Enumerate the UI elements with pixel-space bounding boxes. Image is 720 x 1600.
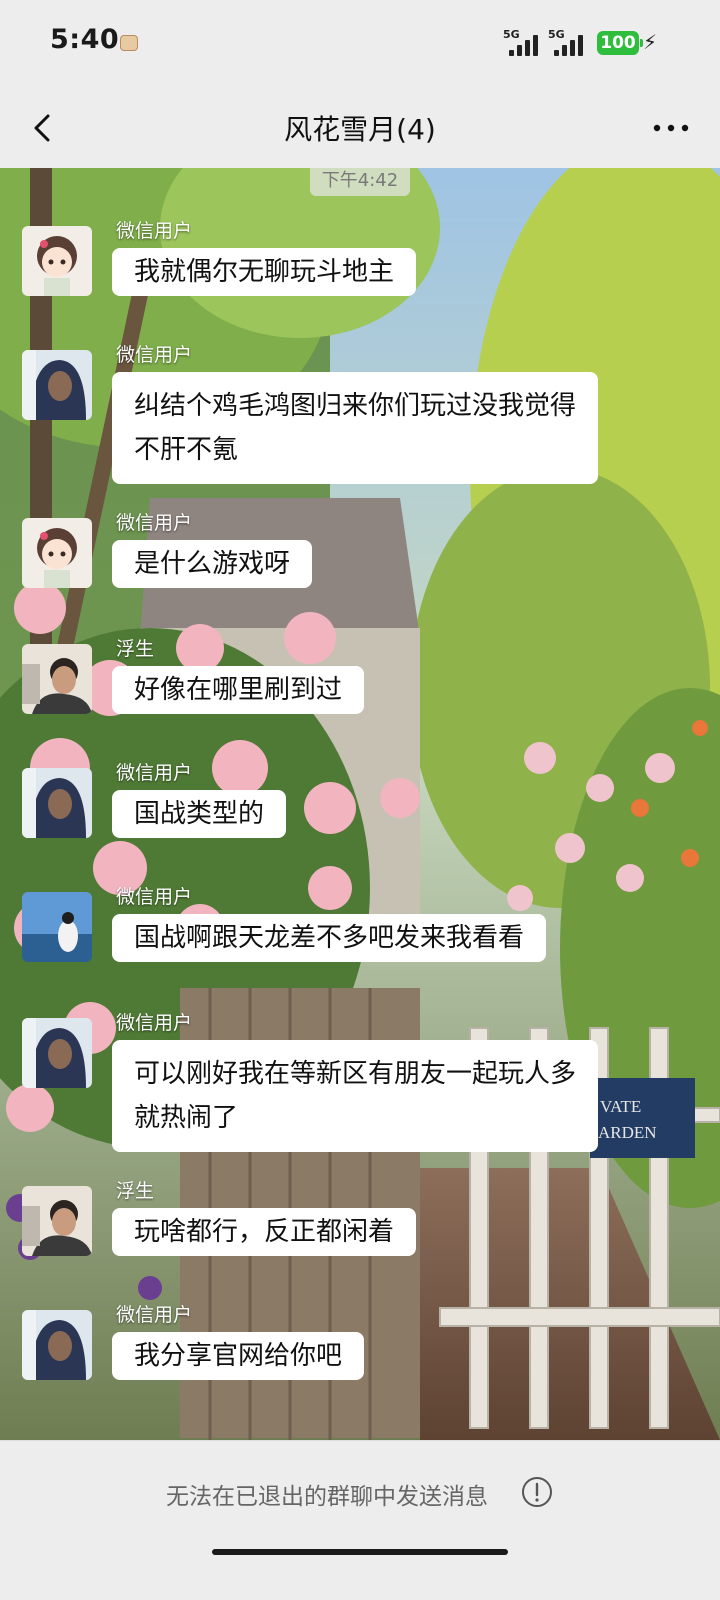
hoodie-avatar[interactable]	[22, 1310, 92, 1380]
sender-name: 微信用户	[116, 344, 193, 366]
sender-name: 微信用户	[116, 220, 193, 242]
message-bubble[interactable]: 好像在哪里刷到过	[112, 666, 365, 714]
hoodie-avatar[interactable]	[22, 1018, 92, 1088]
message-bubble[interactable]: 玩啥都行，反正都闲着	[112, 1208, 417, 1256]
status-time: 5:40	[50, 24, 120, 55]
message-bubble[interactable]: 我就偶尔无聊玩斗地主	[112, 248, 417, 296]
sender-name: 浮生	[116, 638, 155, 660]
anime-girl-avatar[interactable]	[22, 518, 92, 588]
message-bubble[interactable]: 国战类型的	[112, 790, 287, 838]
hoodie-avatar[interactable]	[22, 350, 92, 420]
chat-header: 风花雪月(4)	[0, 88, 720, 168]
anime-girl-avatar[interactable]	[22, 226, 92, 296]
chat-title: 风花雪月(4)	[284, 113, 436, 146]
chat-timestamp: 下午4:42	[310, 168, 410, 196]
sender-name: 微信用户	[116, 886, 193, 908]
exclamation-circle-icon[interactable]	[521, 1476, 553, 1508]
sender-name: 浮生	[116, 1180, 155, 1202]
sea-avatar[interactable]	[22, 892, 92, 962]
home-indicator[interactable]	[212, 1549, 508, 1555]
message-bubble[interactable]: 我分享官网给你吧	[112, 1332, 365, 1380]
message-bubble[interactable]: 国战啊跟天龙差不多吧发来我看看	[112, 914, 547, 962]
sender-name: 微信用户	[116, 1012, 193, 1034]
man-avatar[interactable]	[22, 1186, 92, 1256]
status-bar: 5:40 5G 5G 100 ⚡	[0, 0, 720, 88]
sender-name: 微信用户	[116, 1304, 193, 1326]
message-bubble[interactable]: 纠结个鸡毛鸿图归来你们玩过没我觉得不肝不氪	[112, 372, 598, 484]
man-avatar[interactable]	[22, 644, 92, 714]
cellular-signal-icon: 5G	[503, 28, 549, 58]
notification-icon	[120, 35, 138, 51]
cellular-signal-icon-2: 5G	[548, 28, 594, 58]
more-icon[interactable]	[648, 114, 694, 142]
hoodie-avatar[interactable]	[22, 768, 92, 838]
input-area-disabled: 无法在已退出的群聊中发送消息	[0, 1440, 720, 1600]
chat-area[interactable]: VATE ARDEN 下午4:42 微信用户 我就偶尔无聊玩斗地主 微信用户 纠…	[0, 168, 720, 1440]
svg-text:VATE: VATE	[600, 1097, 641, 1116]
svg-text:ARDEN: ARDEN	[598, 1123, 657, 1142]
sender-name: 微信用户	[116, 512, 193, 534]
battery-icon: 100	[597, 31, 643, 55]
sender-name: 微信用户	[116, 762, 193, 784]
message-bubble[interactable]: 是什么游戏呀	[112, 540, 313, 588]
message-bubble[interactable]: 可以刚好我在等新区有朋友一起玩人多就热闹了	[112, 1040, 598, 1152]
charging-icon: ⚡	[643, 30, 658, 54]
left-group-notice: 无法在已退出的群聊中发送消息	[166, 1484, 488, 1510]
